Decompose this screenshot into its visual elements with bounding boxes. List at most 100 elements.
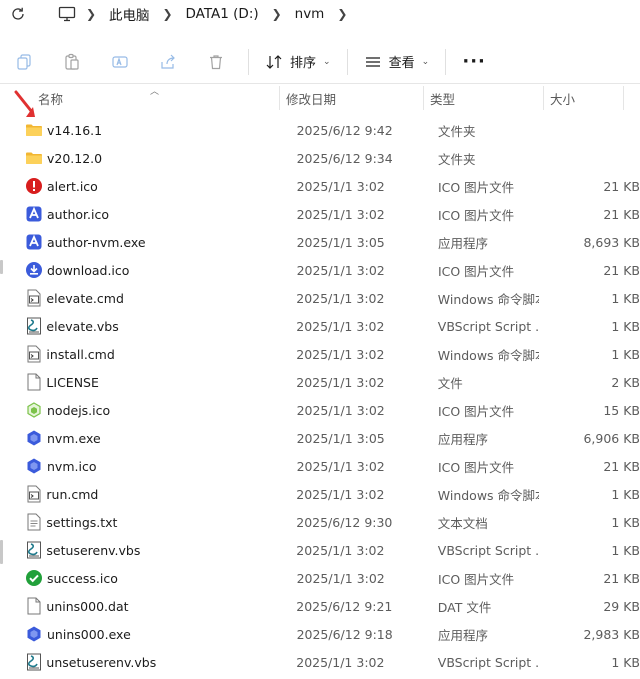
blank-file-icon [25,597,42,615]
file-name: setuserenv.vbs [46,542,141,558]
nvm-icon [25,429,43,447]
cmd-file-icon [25,485,42,503]
file-row[interactable]: unsetuserenv.vbs 2025/1/1 3:02 VBScript Sc… [0,648,640,676]
file-size: 2 KB [611,374,640,390]
chevron-right-icon[interactable]: ❯ [77,7,105,21]
file-type: ICO 图片文件 [437,179,515,195]
breadcrumb-data1[interactable]: DATA1 (D:) [182,6,263,22]
file-row[interactable]: unins000.dat 2025/6/12 9:21 DAT 文件 29 KB [0,592,640,620]
file-size: 1 KB [611,514,640,530]
paste-icon[interactable] [48,44,96,80]
file-row[interactable]: install.cmd 2025/1/1 3:02 Windows 命令脚本 1 KB [0,340,640,368]
file-row[interactable]: download.ico 2025/1/1 3:02 ICO 图片文件 21 KB [0,256,640,284]
breadcrumb-this-pc[interactable]: 此电脑 [105,4,154,24]
file-size: 1 KB [611,290,640,306]
column-header-date[interactable]: 修改日期 [280,86,424,110]
toolbar-divider [445,48,447,75]
file-type: 应用程序 [437,235,488,251]
file-row[interactable]: unins000.exe 2025/6/12 9:18 应用程序 2,983 KB [0,620,640,648]
file-date: 2025/1/1 3:02 [296,486,385,502]
column-header-size[interactable]: 大小 [544,86,624,110]
file-name: install.cmd [46,346,115,362]
chevron-right-icon[interactable]: ❯ [154,7,182,21]
file-date: 2025/1/1 3:05 [296,430,385,446]
file-type: ICO 图片文件 [437,207,515,223]
column-header-name[interactable]: ︿ 名称 [0,86,280,110]
file-row[interactable]: v20.12.0 2025/6/12 9:34 文件夹 [0,144,640,172]
file-date: 2025/1/1 3:02 [296,402,385,418]
copy-icon[interactable] [0,44,48,80]
sort-icon [266,54,282,69]
file-row[interactable]: LICENSE 2025/1/1 3:02 文件 2 KB [0,368,640,396]
file-row[interactable]: settings.txt 2025/6/12 9:30 文本文档 1 KB [0,508,640,536]
column-name-label: 名称 [38,91,64,107]
file-date: 2025/1/1 3:02 [296,458,385,474]
file-row[interactable]: author-nvm.exe 2025/1/1 3:05 应用程序 8,693 KB [0,228,640,256]
nvm-icon [25,457,43,475]
file-size: 2,983 KB [583,626,640,642]
file-size: 1 KB [611,346,640,362]
column-size-label: 大小 [550,91,576,107]
file-row[interactable]: nvm.ico 2025/1/1 3:02 ICO 图片文件 21 KB [0,452,640,480]
file-type: DAT 文件 [437,599,492,615]
file-row[interactable]: elevate.vbs 2025/1/1 3:02 VBScript Script … [0,312,640,340]
file-date: 2025/1/1 3:02 [296,570,385,586]
sort-label: 排序 [290,56,317,71]
file-name: nodejs.ico [47,402,111,418]
file-name: nvm.ico [47,458,97,474]
folder-icon [25,149,43,167]
file-name: v20.12.0 [47,150,103,166]
file-name: unins000.exe [47,626,131,642]
chevron-right-icon[interactable]: ❯ [263,7,291,21]
vbs-file-icon [25,653,42,671]
column-type-label: 类型 [430,91,456,107]
file-name: unins000.dat [46,598,129,614]
file-type: 文件夹 [437,123,476,139]
column-header-type[interactable]: 类型 [424,86,544,110]
share-icon[interactable] [144,44,192,80]
file-row[interactable]: setuserenv.vbs 2025/1/1 3:02 VBScript Scri… [0,536,640,564]
file-date: 2025/1/1 3:02 [296,206,385,222]
file-date: 2025/1/1 3:02 [296,542,385,558]
file-name: alert.ico [47,178,98,194]
rename-icon[interactable] [96,44,144,80]
text-file-icon [25,513,42,531]
file-date: 2025/6/12 9:18 [296,626,393,642]
file-type: 文本文档 [437,515,488,531]
breadcrumb-nvm[interactable]: nvm [291,6,329,22]
file-date: 2025/1/1 3:02 [296,178,385,194]
file-row[interactable]: author.ico 2025/1/1 3:02 ICO 图片文件 21 KB [0,200,640,228]
file-row[interactable]: v14.16.1 2025/6/12 9:42 文件夹 [0,116,640,144]
success-icon [25,569,43,587]
command-toolbar: 排序 ⌄ 查看 ⌄ ··· [0,40,640,84]
file-row[interactable]: run.cmd 2025/1/1 3:02 Windows 命令脚本 1 KB [0,480,640,508]
sort-button[interactable]: 排序 ⌄ [257,46,339,78]
breadcrumb: ❯ 此电脑 ❯ DATA1 (D:) ❯ nvm ❯ [77,4,356,24]
file-name: v14.16.1 [47,122,103,138]
file-size: 21 KB [603,458,640,474]
nodejs-icon [25,401,43,419]
file-row[interactable]: elevate.cmd 2025/1/1 3:02 Windows 命令脚本 1 KB [0,284,640,312]
file-type: 应用程序 [437,431,488,447]
file-type: Windows 命令脚本 [437,347,540,363]
file-type: Windows 命令脚本 [437,291,540,307]
file-row[interactable]: nodejs.ico 2025/1/1 3:02 ICO 图片文件 15 KB [0,396,640,424]
delete-icon[interactable] [192,44,240,80]
more-options-button[interactable]: ··· [454,51,494,72]
chevron-right-icon[interactable]: ❯ [328,7,356,21]
file-row[interactable]: success.ico 2025/1/1 3:02 ICO 图片文件 21 KB [0,564,640,592]
file-type: ICO 图片文件 [437,263,515,279]
toolbar-divider [248,48,249,75]
file-date: 2025/1/1 3:02 [296,290,385,306]
view-button[interactable]: 查看 ⌄ [356,46,438,78]
author-icon [25,233,43,251]
refresh-icon[interactable] [7,3,29,25]
file-date: 2025/1/1 3:02 [296,262,385,278]
file-row[interactable]: nvm.exe 2025/1/1 3:05 应用程序 6,906 KB [0,424,640,452]
column-date-label: 修改日期 [286,91,337,107]
vbs-file-icon [25,541,42,559]
file-name: nvm.exe [47,430,101,446]
file-row[interactable]: alert.ico 2025/1/1 3:02 ICO 图片文件 21 KB [0,172,640,200]
computer-icon[interactable] [57,4,77,24]
file-size: 15 KB [603,402,640,418]
